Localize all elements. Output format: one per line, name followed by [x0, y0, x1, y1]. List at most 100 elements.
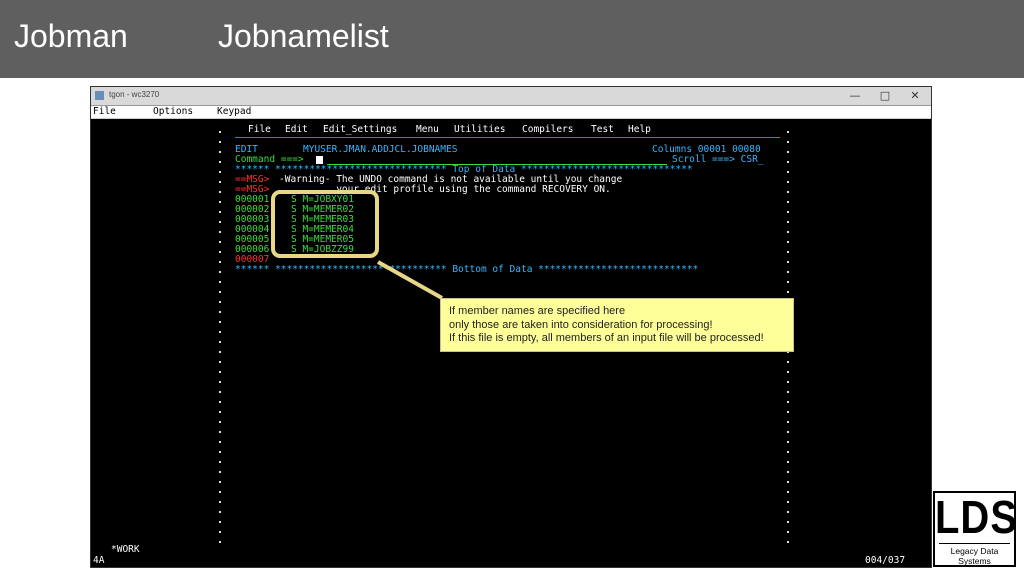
border-dot [219, 171, 221, 173]
border-dot [219, 471, 221, 473]
border-dot [787, 281, 789, 283]
border-dot [787, 421, 789, 423]
border-dot [219, 361, 221, 363]
callout-highlight-frame [271, 190, 379, 258]
border-dot [219, 231, 221, 233]
border-dot [219, 461, 221, 463]
border-dot [787, 391, 789, 393]
actionbar-edit[interactable]: Edit [285, 125, 308, 135]
border-dot [787, 161, 789, 163]
border-dot [219, 251, 221, 253]
border-dot [787, 191, 789, 193]
border-dot [219, 411, 221, 413]
border-dot [219, 531, 221, 533]
border-dot [787, 231, 789, 233]
minimize-button[interactable]: — [843, 88, 867, 104]
border-dot [787, 481, 789, 483]
border-dot [787, 211, 789, 213]
window-titlebar[interactable]: tgon - wc3270 — □ ✕ [91, 87, 931, 106]
border-dot [787, 371, 789, 373]
border-dot [219, 301, 221, 303]
logo-text: LDS [935, 492, 1018, 544]
menu-file[interactable]: File [93, 106, 116, 117]
close-button[interactable]: ✕ [903, 88, 927, 104]
callout-line-2: only those are taken into consideration … [449, 318, 713, 331]
border-dot [787, 541, 789, 543]
border-dot [219, 401, 221, 403]
border-dot [787, 461, 789, 463]
border-dot [787, 271, 789, 273]
cursor [316, 156, 323, 164]
menu-keypad[interactable]: Keypad [217, 106, 251, 117]
border-dot [219, 521, 221, 523]
slide-subtitle: Jobnamelist [218, 18, 389, 54]
border-dot [787, 491, 789, 493]
border-dot [219, 281, 221, 283]
cursor-position: 004/037 [865, 555, 906, 566]
border-dot [787, 291, 789, 293]
border-dot [219, 241, 221, 243]
border-dot [787, 451, 789, 453]
border-dot [787, 361, 789, 363]
maximize-button[interactable]: □ [873, 88, 897, 104]
border-dot [219, 351, 221, 353]
border-dot [219, 151, 221, 153]
actionbar-separator [235, 137, 780, 138]
bottom-of-data: ****** ****************************** Bo… [235, 264, 699, 275]
border-dot [787, 471, 789, 473]
border-dot [787, 251, 789, 253]
border-dot [219, 141, 221, 143]
border-dot [219, 161, 221, 163]
border-dot [787, 511, 789, 513]
border-dot [787, 441, 789, 443]
window-title: tgon - wc3270 [109, 90, 160, 99]
actionbar-file[interactable]: File [248, 125, 271, 135]
callout-line-1: If member names are specified here [449, 305, 626, 317]
border-dot [219, 441, 221, 443]
border-dot [787, 181, 789, 183]
border-dot [787, 381, 789, 383]
border-dot [787, 171, 789, 173]
border-dot [787, 141, 789, 143]
workspace-label: *WORK [111, 544, 140, 555]
border-dot [219, 491, 221, 493]
left-dot-border [219, 127, 223, 547]
border-dot [787, 521, 789, 523]
border-dot [219, 321, 221, 323]
border-dot [787, 261, 789, 263]
border-dot [219, 421, 221, 423]
border-dot [219, 431, 221, 433]
lds-logo: LDS Legacy Data Systems [933, 491, 1018, 567]
actionbar-edit-settings[interactable]: Edit_Settings [323, 125, 397, 135]
border-dot [787, 411, 789, 413]
actionbar-menu[interactable]: Menu [416, 125, 439, 135]
border-dot [219, 311, 221, 313]
slide-title: Jobman [14, 18, 128, 54]
border-dot [787, 241, 789, 243]
border-dot [219, 371, 221, 373]
border-dot [219, 501, 221, 503]
border-dot [219, 271, 221, 273]
border-dot [219, 541, 221, 543]
border-dot [219, 191, 221, 193]
oia-indicator: 4A [93, 555, 105, 566]
app-icon [95, 91, 104, 100]
border-dot [219, 481, 221, 483]
border-dot [787, 131, 789, 133]
border-dot [787, 401, 789, 403]
border-dot [219, 261, 221, 263]
slide-header: Jobman Jobnamelist [0, 0, 1024, 78]
border-dot [787, 201, 789, 203]
callout-note: If member names are specified here only … [440, 298, 794, 352]
border-dot [787, 501, 789, 503]
actionbar-test[interactable]: Test [591, 125, 614, 135]
border-dot [219, 511, 221, 513]
callout-line-3: If this file is empty, all members of an… [449, 332, 764, 344]
border-dot [219, 291, 221, 293]
actionbar-help[interactable]: Help [628, 125, 651, 135]
actionbar-compilers[interactable]: Compilers [522, 125, 573, 135]
menu-options[interactable]: Options [153, 106, 193, 117]
actionbar-utilities[interactable]: Utilities [454, 125, 505, 135]
border-dot [219, 211, 221, 213]
dataset-name: MYUSER.JMAN.ADDJCL.JOBNAMES [303, 144, 458, 155]
